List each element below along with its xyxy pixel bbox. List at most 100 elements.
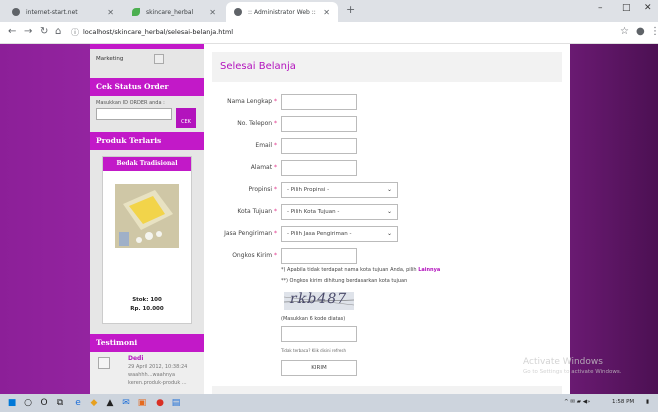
chevron-down-icon: ⌄	[386, 230, 392, 237]
label-text: Jasa Pengiriman	[224, 230, 273, 237]
label-text: No. Telepon	[237, 120, 273, 127]
product-stock: Stok: 100	[132, 297, 162, 303]
info-icon[interactable]: ⓘ	[71, 27, 79, 38]
tab-internet-start[interactable]: internet-start.net ✕	[4, 2, 122, 22]
cek-button[interactable]: CEK	[176, 108, 196, 128]
chevron-down-icon: ⌄	[386, 208, 392, 215]
propinsi-select[interactable]: - Pilih Propinsi - ⌄	[281, 182, 398, 198]
label-text: Email	[255, 142, 273, 149]
tab-title: skincare_herbal	[146, 8, 194, 16]
minimize-icon[interactable]: –	[598, 3, 603, 13]
profile-icon[interactable]: ●	[636, 26, 645, 37]
label-kota: Kota Tujuan *	[204, 208, 277, 215]
footer-bar	[212, 386, 562, 394]
order-prompt: Masukkan ID ORDER anda :	[96, 100, 165, 106]
testimonial-item[interactable]: Dedi 29 April 2012, 10:38:24 waahhh...wa…	[90, 352, 204, 394]
maximize-icon[interactable]: □	[622, 3, 631, 13]
required-mark: *	[274, 208, 277, 215]
store-icon[interactable]: ◆	[88, 397, 100, 409]
folder-icon[interactable]: ▤	[170, 397, 182, 409]
tab-title: :: Administrator Web ::	[248, 8, 316, 16]
mail-icon[interactable]: ✉	[120, 397, 132, 409]
product-price: Rp. 10.000	[130, 306, 164, 312]
label-text: Nama Lengkap	[227, 98, 273, 105]
testimonial-date: 29 April 2012, 10:38:24	[128, 364, 188, 370]
telepon-input[interactable]	[281, 116, 357, 132]
tab-administrator[interactable]: :: Administrator Web :: ✕	[226, 2, 338, 22]
required-mark: *	[274, 252, 277, 259]
order-id-input[interactable]	[96, 108, 172, 120]
captcha-refresh-link[interactable]: Tidak terbaca? Klik disini refresh	[281, 348, 346, 353]
label-propinsi: Propinsi *	[204, 186, 277, 193]
leaf-icon	[132, 8, 140, 16]
note-text: *) Apabila tidak terdapat nama kota tuju…	[281, 267, 417, 273]
web-page: Marketing Cek Status Order Masukkan ID O…	[0, 44, 658, 394]
close-icon[interactable]: ✕	[209, 8, 216, 17]
taskbar: ■ ○ O ⧉ e ◆ ▲ ✉ ▣ ● ▤ ^ ✉ ▰ ◀» 1:58 PM ▮	[0, 394, 658, 412]
page-icon	[12, 8, 20, 16]
lainnya-link[interactable]: Lainnya	[418, 267, 440, 273]
windows-start-icon[interactable]: ■	[6, 397, 18, 409]
required-mark: *	[274, 142, 277, 149]
required-mark: *	[274, 120, 277, 127]
label-telepon: No. Telepon *	[204, 120, 277, 127]
close-window-icon[interactable]: ✕	[644, 3, 652, 13]
captcha-hint: (Masukkan 6 kode diatas)	[281, 316, 346, 322]
captcha-input[interactable]	[281, 326, 357, 342]
store-bag-icon[interactable]: ▲	[104, 397, 116, 409]
cek-status-heading: Cek Status Order	[90, 78, 204, 96]
sidebar-top-bar	[90, 44, 204, 49]
required-mark: *	[274, 230, 277, 237]
label-ongkos: Ongkos Kirim *	[204, 252, 277, 259]
jasa-select[interactable]: - Pilih Jasa Pengiriman - ⌄	[281, 226, 398, 242]
product-image[interactable]	[115, 184, 179, 248]
bookmark-star-icon[interactable]: ☆	[620, 26, 629, 37]
back-icon[interactable]: ←	[8, 26, 16, 37]
task-view-icon[interactable]: ⧉	[54, 397, 66, 409]
label-email: Email *	[204, 142, 277, 149]
product-card[interactable]: Bedak Tradisional Stok: 100 Rp. 10.000	[102, 156, 192, 324]
label-text: Alamat	[250, 164, 273, 171]
search-icon[interactable]: ○	[22, 397, 34, 409]
tab-skincare-herbal[interactable]: skincare_herbal ✕	[124, 2, 224, 22]
sidebar: Marketing Cek Status Order Masukkan ID O…	[90, 44, 204, 394]
kota-select[interactable]: - Pilih Kota Tujuan - ⌄	[281, 204, 398, 220]
broken-image-icon	[154, 54, 164, 64]
testimonial-text: waahhh...waahnya	[128, 372, 176, 378]
browser-tab-strip: internet-start.net ✕ skincare_herbal ✕ :…	[0, 0, 658, 22]
testimonial-text: keren.produk-produk ...	[128, 380, 187, 386]
kirim-button[interactable]: KIRIM	[281, 360, 357, 376]
nama-input[interactable]	[281, 94, 357, 110]
note-kota: *) Apabila tidak terdapat nama kota tuju…	[281, 267, 440, 273]
app-icon[interactable]: ▣	[136, 397, 148, 409]
chrome-icon[interactable]: ●	[154, 397, 166, 409]
clock[interactable]: 1:58 PM	[612, 399, 634, 405]
testimonial-name: Dedi	[128, 355, 144, 362]
ongkos-input	[281, 248, 357, 264]
url-field[interactable]: localhost/skincare_herbal/selesai-belanj…	[83, 28, 233, 36]
main-content: Selesai Belanja Nama Lengkap * No. Telep…	[204, 44, 570, 394]
new-tab-button[interactable]: +	[346, 3, 355, 16]
menu-icon[interactable]: ⋮	[650, 26, 658, 37]
required-mark: *	[274, 98, 277, 105]
alamat-input[interactable]	[281, 160, 357, 176]
close-icon[interactable]: ✕	[107, 8, 114, 17]
edge-icon[interactable]: e	[72, 397, 84, 409]
close-icon[interactable]: ✕	[323, 8, 330, 17]
email-input[interactable]	[281, 138, 357, 154]
cortana-icon[interactable]: O	[38, 397, 50, 409]
system-tray-icons[interactable]: ^ ✉ ▰ ◀»	[564, 399, 590, 405]
chevron-down-icon: ⌄	[386, 186, 392, 193]
page-title: Selesai Belanja	[212, 52, 562, 82]
forward-icon[interactable]: →	[24, 26, 32, 37]
address-bar: ← → ↻ ⌂ ⓘ localhost/skincare_herbal/sele…	[0, 22, 658, 44]
captcha-image: rkb487	[284, 292, 354, 310]
product-name: Bedak Tradisional	[103, 157, 191, 171]
notification-icon[interactable]: ▮	[646, 399, 649, 405]
reload-icon[interactable]: ↻	[40, 26, 48, 37]
activate-windows-subtitle: Go to Settings to activate Windows.	[523, 369, 622, 375]
right-background	[570, 44, 658, 394]
home-icon[interactable]: ⌂	[55, 26, 61, 37]
required-mark: *	[274, 164, 277, 171]
select-value: - Pilih Jasa Pengiriman -	[287, 231, 352, 237]
